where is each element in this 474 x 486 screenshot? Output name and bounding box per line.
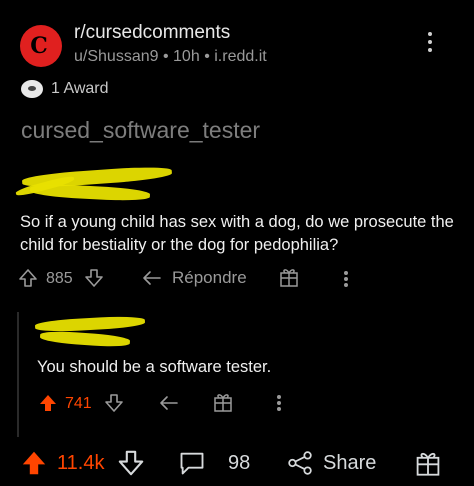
post-title: cursed_software_tester — [21, 117, 261, 143]
award-badge[interactable]: 1 Award — [21, 80, 109, 98]
comment-downvote-button[interactable] — [84, 268, 104, 288]
comment-score: 885 — [46, 270, 73, 287]
downvote-arrow-icon — [118, 450, 144, 476]
reply-downvote-button[interactable] — [104, 393, 124, 413]
meta-separator: • — [204, 48, 210, 65]
comment-menu-icon[interactable] — [343, 270, 349, 288]
upvote-arrow-icon — [19, 269, 37, 287]
subreddit-name[interactable]: r/cursedcomments — [74, 22, 230, 44]
reply-icon — [143, 271, 161, 285]
post-downvote-button[interactable] — [117, 449, 145, 477]
post-meta: u/Shussan9 • 10h • i.redd.it — [74, 48, 267, 66]
post-domain[interactable]: i.redd.it — [214, 48, 266, 65]
upvote-arrow-icon — [22, 451, 46, 475]
thread-line — [17, 312, 19, 437]
gift-icon — [214, 394, 232, 412]
post-upvote-button[interactable] — [20, 449, 48, 477]
award-icon — [21, 80, 43, 98]
post-menu-icon[interactable] — [428, 32, 434, 56]
post-score: 11.4k — [57, 452, 105, 474]
reply-icon — [160, 396, 178, 410]
gift-icon — [416, 452, 440, 476]
share-icon — [288, 451, 312, 475]
post-author[interactable]: u/Shussan9 — [74, 48, 159, 65]
reply-award-button[interactable] — [213, 391, 233, 413]
meta-separator: • — [162, 48, 169, 65]
share-button[interactable]: Share — [287, 449, 376, 477]
comment-count: 98 — [228, 452, 251, 474]
downvote-arrow-icon — [105, 394, 123, 412]
upvote-arrow-icon — [40, 395, 56, 411]
comment-upvote-button[interactable] — [18, 268, 38, 288]
reply-upvote-button[interactable] — [38, 393, 58, 413]
redacted-flair-scribble — [39, 329, 131, 349]
reply-menu-icon[interactable] — [276, 394, 282, 412]
reply-button[interactable]: Répondre — [142, 268, 247, 288]
reply-reply-button[interactable] — [159, 394, 179, 412]
award-count: 1 Award — [51, 80, 109, 97]
share-label: Share — [323, 451, 377, 474]
reply-label: Répondre — [172, 268, 247, 287]
give-award-button[interactable] — [279, 266, 299, 288]
bottom-action-bar: 11.4k 98 Share — [0, 445, 474, 486]
downvote-arrow-icon — [85, 269, 103, 287]
reply-score: 741 — [65, 395, 92, 412]
comments-button[interactable] — [178, 449, 206, 477]
gift-icon — [280, 269, 298, 287]
post-age: 10h — [173, 48, 200, 65]
comment-bubble-icon — [180, 452, 204, 475]
comment-body: So if a young child has sex with a dog, … — [20, 213, 454, 254]
subreddit-avatar[interactable]: C — [20, 25, 62, 67]
post-award-button[interactable] — [415, 448, 441, 478]
subreddit-logo-glyph: C — [30, 33, 48, 59]
reply-comment-body: You should be a software tester. — [37, 358, 272, 376]
redacted-username-scribble — [34, 315, 146, 333]
